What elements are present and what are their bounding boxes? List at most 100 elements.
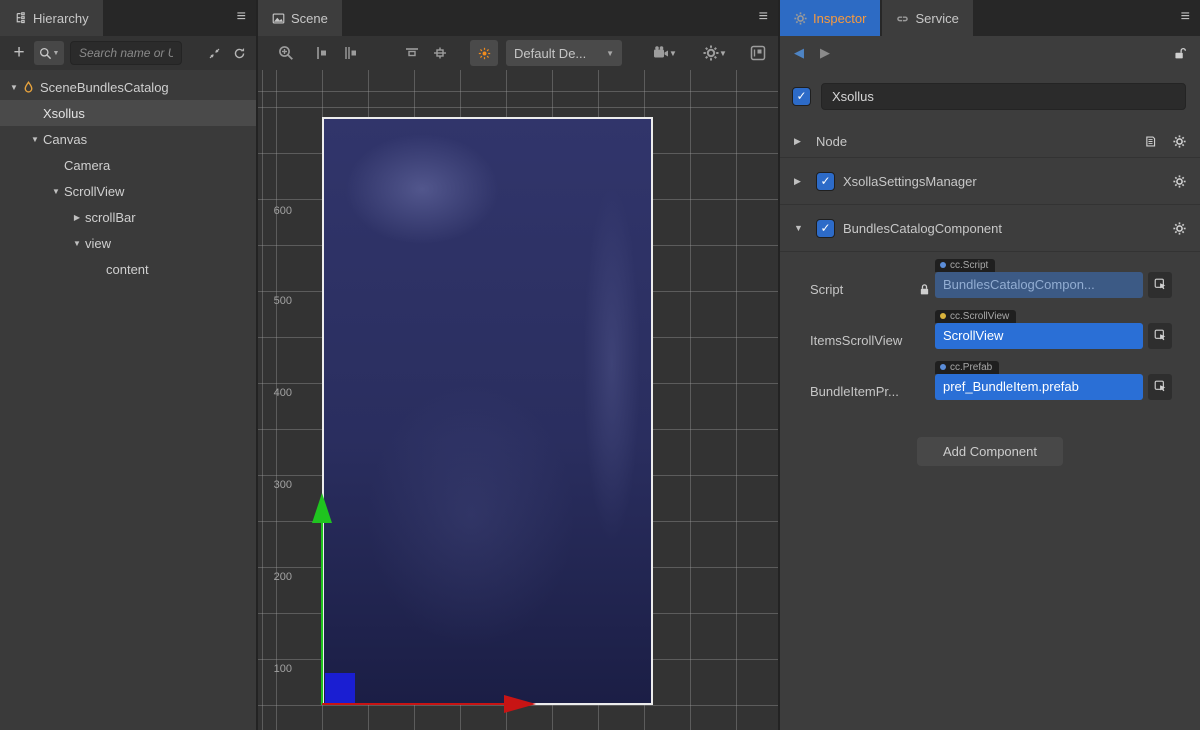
- tree-item-canvas[interactable]: ▼ Canvas: [0, 126, 256, 152]
- collapse-all-icon[interactable]: [208, 47, 221, 60]
- inspector-panel: Inspector Service ≡ ◀ ▶ ✓ Xsollus ▶ Node…: [780, 0, 1200, 730]
- scene-settings-button[interactable]: ▼: [698, 41, 732, 65]
- nav-back-icon[interactable]: ◀: [794, 45, 804, 61]
- layout-toggle-icon[interactable]: [746, 41, 770, 65]
- inspector-nav-row: ◀ ▶: [780, 36, 1200, 70]
- camera-menu-button[interactable]: ▼: [648, 41, 682, 65]
- design-resolution-dropdown[interactable]: Default De... ▼: [506, 40, 622, 66]
- tree-item-xsollus[interactable]: Xsollus: [0, 100, 256, 126]
- design-canvas[interactable]: [322, 117, 653, 705]
- chevron-down-icon[interactable]: ▼: [794, 223, 808, 233]
- gizmo-toggle-button[interactable]: [470, 40, 498, 66]
- type-badge-label: cc.Prefab: [950, 362, 992, 373]
- chevron-down-icon: ▼: [606, 49, 614, 58]
- node-section-label: Node: [816, 134, 847, 149]
- chevron-right-icon[interactable]: ▶: [69, 213, 85, 222]
- tree-item-scrollview[interactable]: ▼ ScrollView: [0, 178, 256, 204]
- hierarchy-tab-label: Hierarchy: [33, 11, 89, 26]
- type-badge-label: cc.ScrollView: [950, 311, 1009, 322]
- scene-menu-icon[interactable]: ≡: [759, 8, 768, 26]
- tab-scene[interactable]: Scene: [258, 0, 342, 36]
- tab-inspector[interactable]: Inspector: [780, 0, 880, 36]
- chevron-down-icon[interactable]: ▼: [27, 135, 43, 144]
- tree-item-label: view: [85, 236, 111, 251]
- ruler-label: 600: [258, 205, 292, 217]
- align-left-icon[interactable]: [310, 41, 334, 65]
- nav-forward-icon[interactable]: ▶: [820, 45, 830, 61]
- add-node-button[interactable]: +: [10, 42, 28, 64]
- hierarchy-tree: ▼ SceneBundlesCatalog Xsollus ▼ Canvas C…: [0, 74, 256, 282]
- tree-item-view[interactable]: ▼ view: [0, 230, 256, 256]
- search-filter-button[interactable]: ▼: [34, 41, 64, 65]
- script-reference-field[interactable]: BundlesCatalogCompon...: [935, 272, 1143, 298]
- gear-icon[interactable]: [1173, 175, 1186, 188]
- scene-tab-label: Scene: [291, 11, 328, 26]
- docs-icon[interactable]: [1144, 135, 1157, 148]
- component-header-xsollasettingsmanager[interactable]: ▶ ✓ XsollaSettingsManager: [780, 158, 1200, 205]
- type-dot-icon: [940, 364, 946, 370]
- component-header-bundlescatalogcomponent[interactable]: ▼ ✓ BundlesCatalogComponent: [780, 205, 1200, 252]
- hierarchy-tabbar: Hierarchy ≡: [0, 0, 256, 36]
- align-center-horizontal-icon[interactable]: [428, 41, 452, 65]
- gizmo-light-icon: [478, 47, 491, 60]
- node-active-checkbox[interactable]: ✓: [792, 87, 811, 106]
- node-name-input[interactable]: Xsollus: [821, 83, 1186, 110]
- picker-cursor-icon: [1154, 380, 1167, 393]
- scrollview-reference-field[interactable]: ScrollView: [935, 323, 1143, 349]
- inspector-menu-icon[interactable]: ≡: [1181, 8, 1190, 26]
- node-section-header[interactable]: ▶ Node: [780, 126, 1200, 158]
- tree-item-camera[interactable]: Camera: [0, 152, 256, 178]
- hierarchy-menu-icon[interactable]: ≡: [237, 8, 246, 26]
- chevron-down-icon[interactable]: ▼: [69, 239, 85, 248]
- prop-row-bundleitemprefab: BundleItemPr... cc.Prefab pref_BundleIte…: [780, 358, 1200, 409]
- component-enabled-checkbox[interactable]: ✓: [816, 172, 835, 191]
- scene-node-rect[interactable]: [325, 673, 355, 704]
- chevron-down-icon: ▼: [53, 50, 60, 57]
- gear-icon[interactable]: [1173, 222, 1186, 235]
- scene-viewport[interactable]: 600 500 400 300 200 100 0: [258, 70, 778, 730]
- refresh-icon[interactable]: [233, 47, 246, 60]
- tree-item-content[interactable]: content: [0, 256, 256, 282]
- tree-item-label: Canvas: [43, 132, 87, 147]
- prop-label: ItemsScrollView: [810, 333, 902, 348]
- type-badge-label: cc.Script: [950, 260, 988, 271]
- tree-item-label: scrollBar: [85, 210, 136, 225]
- tree-item-label: ScrollView: [64, 184, 124, 199]
- scene-panel: Scene ≡ Default De... ▼ ▼ ▼ 600 500 400 …: [258, 0, 778, 730]
- y-axis-arrowhead-icon: [312, 493, 332, 523]
- prop-label: BundleItemPr...: [810, 384, 899, 399]
- align-top-icon[interactable]: [400, 41, 424, 65]
- chevron-down-icon: ▼: [719, 49, 727, 58]
- inspector-tab-label: Inspector: [813, 11, 866, 26]
- tab-service[interactable]: Service: [882, 0, 972, 36]
- add-component-button[interactable]: Add Component: [917, 437, 1063, 466]
- link-icon: [896, 12, 909, 25]
- tab-hierarchy[interactable]: Hierarchy: [0, 0, 103, 36]
- zoom-tool-icon[interactable]: [274, 41, 298, 65]
- align-center-vertical-icon[interactable]: [338, 41, 362, 65]
- ruler-label: 400: [258, 387, 292, 399]
- tree-item-scrollbar[interactable]: ▶ scrollBar: [0, 204, 256, 230]
- hierarchy-tree-icon: [14, 12, 27, 25]
- chevron-right-icon[interactable]: ▶: [794, 136, 808, 147]
- picker-button[interactable]: [1148, 272, 1172, 298]
- gear-icon[interactable]: [1173, 135, 1186, 148]
- unlock-icon[interactable]: [1173, 47, 1186, 60]
- chevron-down-icon[interactable]: ▼: [6, 83, 22, 92]
- scene-asset-icon: [22, 81, 40, 94]
- chevron-down-icon[interactable]: ▼: [48, 187, 64, 196]
- y-axis-gizmo[interactable]: [321, 523, 323, 705]
- picker-button[interactable]: [1148, 374, 1172, 400]
- prefab-reference-field[interactable]: pref_BundleItem.prefab: [935, 374, 1143, 400]
- gear-icon: [794, 12, 807, 25]
- ruler-label: 500: [258, 295, 292, 307]
- x-axis-gizmo[interactable]: [322, 703, 506, 705]
- search-input[interactable]: [70, 41, 182, 65]
- chevron-right-icon[interactable]: ▶: [794, 176, 808, 187]
- picker-button[interactable]: [1148, 323, 1172, 349]
- component-enabled-checkbox[interactable]: ✓: [816, 219, 835, 238]
- tree-item-scenebundlescatalog[interactable]: ▼ SceneBundlesCatalog: [0, 74, 256, 100]
- design-resolution-value: Default De...: [514, 46, 586, 61]
- gear-icon: [703, 45, 719, 61]
- component-properties: Script cc.Script BundlesCatalogCompon...…: [780, 252, 1200, 437]
